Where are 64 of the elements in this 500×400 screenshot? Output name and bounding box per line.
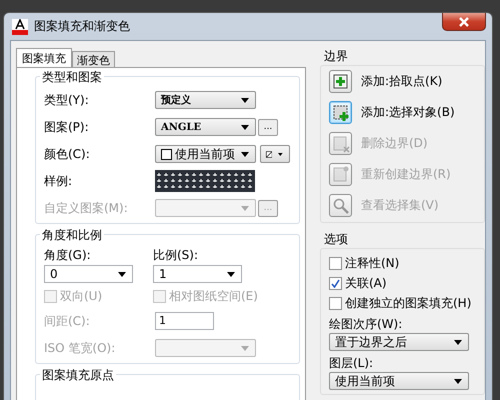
draw-order-dropdown[interactable]: 置于边界之后 (329, 333, 469, 351)
field-label: 类型(Y): (44, 92, 90, 108)
field-label: 绘图次序(W): (329, 317, 404, 331)
dropdown[interactable]: ANGLE (155, 118, 256, 136)
caret-icon (454, 378, 462, 384)
checkbox[interactable] (329, 256, 342, 270)
field-label: 角度(G): (44, 247, 92, 264)
field-label: 比例(S): (153, 247, 200, 264)
caret-icon (241, 346, 249, 350)
window-title: 图案填充和渐变色 (34, 18, 130, 35)
button-label: 添加:拾取点(K) (361, 73, 442, 90)
checkbox-label: 注释性(N) (345, 254, 400, 272)
caret-icon (278, 152, 283, 156)
color-dropdown[interactable]: 使用当前项 (155, 145, 256, 163)
search-icon (332, 196, 350, 214)
tab[interactable]: 渐变色 (72, 51, 115, 67)
group-title: 角度和比例 (40, 227, 104, 244)
caret-icon (241, 124, 249, 130)
close-button[interactable] (442, 13, 486, 31)
add-icon (332, 72, 350, 90)
background-color-dropdown[interactable] (260, 145, 290, 163)
button-label: 重新创建边界(R) (361, 166, 451, 183)
button-label: 添加:选择对象(B) (361, 104, 455, 121)
group-title: 图案填充原点 (40, 367, 116, 384)
caret-icon (118, 272, 126, 276)
field-label: 自定义图案(M): (44, 200, 129, 216)
checkbox[interactable] (329, 296, 342, 310)
caret-icon (227, 272, 235, 276)
browse-button[interactable]: ... (258, 118, 278, 136)
section-title: 选项 (322, 231, 350, 248)
caret-icon (241, 98, 249, 102)
dropdown[interactable]: 预定义 (155, 91, 256, 109)
degree-dropdown[interactable]: 0 (44, 265, 133, 283)
remove-icon (332, 134, 350, 152)
checkbox-label: 相对图纸空间(E) (169, 288, 258, 305)
field-label: 图案(P): (44, 118, 90, 136)
dropdown[interactable] (155, 199, 256, 217)
caret-icon (241, 152, 249, 156)
boundary-button[interactable] (329, 101, 352, 124)
tab[interactable]: 图案填充 (16, 48, 72, 67)
scale-dropdown[interactable]: 1 (153, 265, 242, 283)
button-label: 查看选择集(V) (361, 197, 439, 214)
checkbox-label: 创建独立的图案填充(H) (345, 294, 472, 312)
field-label: 图层(L): (329, 356, 374, 370)
boundary-button[interactable] (329, 70, 352, 93)
caret-icon (454, 340, 462, 344)
add-icon (332, 104, 350, 122)
button-label: 删除边界(D) (361, 135, 428, 152)
field-label: ISO 笔宽(O): (44, 340, 116, 356)
field-label: 样例: (44, 172, 74, 190)
caret-icon (241, 206, 249, 210)
color-swatch-icon (161, 148, 172, 160)
checkbox-label: 双向(U) (60, 288, 102, 305)
app-logo-icon (12, 18, 28, 34)
pattern-swatch[interactable] (155, 170, 255, 192)
field-label: 颜色(C): (44, 146, 91, 162)
no-color-icon (266, 148, 272, 160)
boundary-icon (332, 166, 350, 184)
field-label: 间距(C): (44, 312, 91, 330)
close-icon (458, 16, 470, 26)
group-title: 类型和图案 (40, 69, 104, 86)
layer-dropdown[interactable]: 使用当前项 (329, 372, 469, 390)
checkbox-label: 关联(A) (345, 274, 387, 292)
checkbox[interactable] (329, 276, 342, 290)
